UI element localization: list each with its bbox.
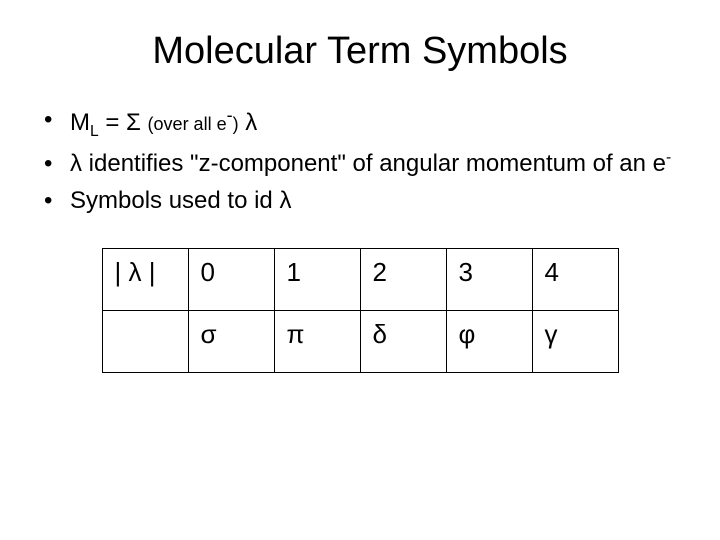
ml-eq: = Σ bbox=[99, 109, 148, 136]
lambda-2: λ bbox=[70, 150, 82, 177]
cell-pi: π bbox=[274, 310, 360, 372]
paren-open: (over all e bbox=[148, 114, 227, 134]
lambda-table: | λ | 0 1 2 3 4 σ π δ φ γ bbox=[102, 248, 619, 373]
bullet-marker: • bbox=[40, 147, 70, 181]
ml-m: M bbox=[70, 109, 90, 136]
cell-4: 4 bbox=[532, 248, 618, 310]
bullet-3: • Symbols used to id λ bbox=[40, 184, 680, 218]
cell-sigma: σ bbox=[188, 310, 274, 372]
bullet-1-text: ML = Σ (over all e-) λ bbox=[70, 103, 680, 143]
cell-0: 0 bbox=[188, 248, 274, 310]
bullet-2-text: λ identifies "z-component" of angular mo… bbox=[70, 147, 680, 181]
bullet-2: • λ identifies "z-component" of angular … bbox=[40, 147, 680, 181]
lambda-1: λ bbox=[239, 109, 258, 136]
cell-empty bbox=[102, 310, 188, 372]
bullet-marker: • bbox=[40, 184, 70, 218]
slide-title: Molecular Term Symbols bbox=[40, 30, 680, 73]
cell-gamma: γ bbox=[532, 310, 618, 372]
bullet-list: • ML = Σ (over all e-) λ • λ identifies … bbox=[40, 103, 680, 218]
cell-2: 2 bbox=[360, 248, 446, 310]
cell-delta: δ bbox=[360, 310, 446, 372]
bullet-3-text: Symbols used to id λ bbox=[70, 184, 680, 218]
cell-3: 3 bbox=[446, 248, 532, 310]
cell-1: 1 bbox=[274, 248, 360, 310]
lambda-3: λ bbox=[279, 187, 291, 214]
lambda-table-wrap: | λ | 0 1 2 3 4 σ π δ φ γ bbox=[40, 248, 680, 373]
b3-body: Symbols used to id bbox=[70, 187, 279, 214]
table-row: σ π δ φ γ bbox=[102, 310, 618, 372]
table-row: | λ | 0 1 2 3 4 bbox=[102, 248, 618, 310]
bullet-1: • ML = Σ (over all e-) λ bbox=[40, 103, 680, 143]
cell-phi: φ bbox=[446, 310, 532, 372]
ml-sub: L bbox=[90, 123, 99, 140]
b2-sup: - bbox=[666, 149, 671, 166]
b2-body: identifies "z-component" of angular mome… bbox=[82, 150, 666, 177]
bullet-marker: • bbox=[40, 103, 70, 143]
cell-lambda-header: | λ | bbox=[102, 248, 188, 310]
